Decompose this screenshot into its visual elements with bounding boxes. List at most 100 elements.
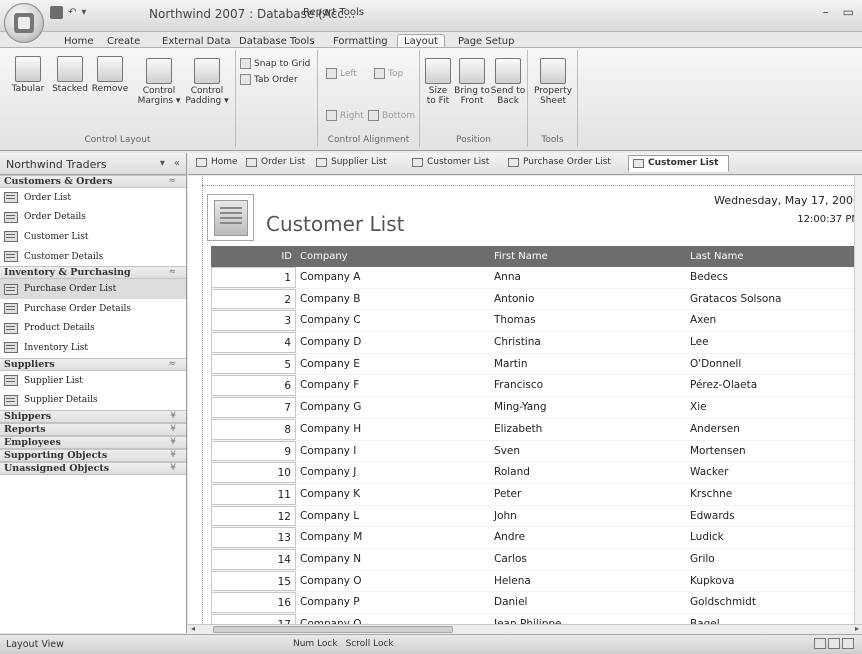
cell-last-name[interactable]: Grilo xyxy=(686,549,856,570)
cell-company[interactable]: Company J xyxy=(296,462,490,483)
cell-first-name[interactable]: Martin xyxy=(490,354,686,375)
tab-layout[interactable]: Layout xyxy=(397,34,445,48)
table-row[interactable]: 3 Company C Thomas Axen xyxy=(211,310,856,333)
minimize-button[interactable]: – xyxy=(823,5,829,19)
nav-item-order-list[interactable]: Order List xyxy=(0,188,186,208)
cell-id[interactable]: 5 xyxy=(211,353,296,375)
nav-pane-header[interactable]: Northwind Traders ▾ « xyxy=(0,153,186,175)
horizontal-scrollbar[interactable]: ◂ ▸ xyxy=(188,624,862,634)
cell-id[interactable]: 16 xyxy=(211,592,296,613)
nav-item-customer-details[interactable]: Customer Details xyxy=(0,247,186,267)
align-left-button[interactable]: Left xyxy=(326,68,357,79)
cell-last-name[interactable]: Krschne xyxy=(686,484,856,505)
cell-id[interactable]: 11 xyxy=(211,483,296,505)
column-header-first-name[interactable]: First Name xyxy=(490,246,686,267)
cell-last-name[interactable]: Bedecs xyxy=(686,267,856,288)
cell-last-name[interactable]: Axen xyxy=(686,310,856,331)
report-view-icon[interactable] xyxy=(814,638,826,649)
table-row[interactable]: 4 Company D Christina Lee xyxy=(211,332,856,354)
cell-company[interactable]: Company C xyxy=(296,310,490,331)
cell-id[interactable]: 1 xyxy=(211,267,296,288)
cell-last-name[interactable]: Kupkova xyxy=(686,571,856,592)
cell-last-name[interactable]: Wacker xyxy=(686,462,856,483)
cell-company[interactable]: Company B xyxy=(296,289,490,310)
cell-first-name[interactable]: Sven xyxy=(490,441,686,462)
cell-company[interactable]: Company K xyxy=(296,484,490,505)
doc-tab-supplier-list[interactable]: Supplier List xyxy=(316,157,387,167)
cell-id[interactable]: 7 xyxy=(211,397,296,418)
table-row[interactable]: 11 Company K Peter Krschne xyxy=(211,483,856,506)
cell-company[interactable]: Company L xyxy=(296,506,490,527)
size-to-fit-button[interactable]: Size to Fit xyxy=(424,58,452,106)
cell-last-name[interactable]: Andersen xyxy=(686,419,856,440)
cell-last-name[interactable]: Goldschmidt xyxy=(686,592,856,613)
cell-first-name[interactable]: Ming-Yang xyxy=(490,397,686,418)
table-row[interactable]: 12 Company L John Edwards xyxy=(211,505,856,528)
property-sheet-button[interactable]: Property Sheet xyxy=(532,58,574,106)
nav-group-suppliers[interactable]: Suppliers ≈ xyxy=(0,357,186,371)
maximize-button[interactable]: ▭ xyxy=(843,5,854,19)
customize-qat-icon[interactable]: ▾ xyxy=(81,7,86,18)
cell-id[interactable]: 14 xyxy=(211,548,296,570)
cell-company[interactable]: Company I xyxy=(296,441,490,462)
cell-id[interactable]: 10 xyxy=(211,462,296,483)
nav-item-customer-list[interactable]: Customer List xyxy=(0,227,186,247)
cell-first-name[interactable]: Andre xyxy=(490,527,686,548)
scroll-thumb[interactable] xyxy=(213,626,453,633)
cell-last-name[interactable]: Ludick xyxy=(686,527,856,548)
table-row[interactable]: 6 Company F Francisco Pérez-Olaeta xyxy=(211,375,856,398)
table-row[interactable]: 5 Company E Martin O'Donnell xyxy=(211,353,856,376)
cell-first-name[interactable]: Christina xyxy=(490,332,686,353)
scroll-right-icon[interactable]: ▸ xyxy=(855,624,859,633)
cell-first-name[interactable]: Elizabeth xyxy=(490,419,686,440)
cell-company[interactable]: Company M xyxy=(296,527,490,548)
tabular-button[interactable]: Tabular xyxy=(8,56,48,94)
table-row[interactable]: 10 Company J Roland Wacker xyxy=(211,462,856,484)
layout-view-icon[interactable] xyxy=(842,638,854,649)
cell-company[interactable]: Company H xyxy=(296,419,490,440)
cell-last-name[interactable]: O'Donnell xyxy=(686,354,856,375)
nav-item-supplier-list[interactable]: Supplier List xyxy=(0,371,186,391)
undo-icon[interactable]: ↶ xyxy=(68,7,76,18)
nav-item-order-details[interactable]: Order Details xyxy=(0,208,186,228)
table-row[interactable]: 7 Company G Ming-Yang Xie xyxy=(211,397,856,419)
cell-company[interactable]: Company F xyxy=(296,375,490,396)
save-icon[interactable] xyxy=(50,6,63,19)
tab-page-setup[interactable]: Page Setup xyxy=(458,36,515,47)
tab-create[interactable]: Create xyxy=(107,36,140,47)
cell-id[interactable]: 2 xyxy=(211,288,296,310)
align-bottom-button[interactable]: Bottom xyxy=(368,110,415,121)
cell-last-name[interactable]: Pérez-Olaeta xyxy=(686,375,856,396)
align-top-button[interactable]: Top xyxy=(374,68,403,79)
cell-first-name[interactable]: Thomas xyxy=(490,310,686,331)
nav-group-inventory-purchasing[interactable]: Inventory & Purchasing ≈ xyxy=(0,266,186,280)
cell-first-name[interactable]: Antonio xyxy=(490,289,686,310)
tab-home[interactable]: Home xyxy=(64,36,94,47)
doc-tab-home[interactable]: Home xyxy=(196,157,238,167)
nav-group-employees[interactable]: Employees ¥ xyxy=(0,435,186,449)
cell-first-name[interactable]: Helena xyxy=(490,571,686,592)
cell-company[interactable]: Company E xyxy=(296,354,490,375)
scroll-left-icon[interactable]: ◂ xyxy=(191,624,195,633)
nav-item-purchase-order-details[interactable]: Purchase Order Details xyxy=(0,299,186,319)
cell-id[interactable]: 8 xyxy=(211,418,296,440)
control-padding-button[interactable]: Control Padding ▾ xyxy=(184,58,230,106)
cell-first-name[interactable]: Francisco xyxy=(490,375,686,396)
cell-first-name[interactable]: Anna xyxy=(490,267,686,288)
cell-first-name[interactable]: Peter xyxy=(490,484,686,505)
cell-id[interactable]: 6 xyxy=(211,375,296,397)
table-row[interactable]: 8 Company H Elizabeth Andersen xyxy=(211,418,856,441)
print-preview-icon[interactable] xyxy=(828,638,840,649)
cell-last-name[interactable]: Xie xyxy=(686,397,856,418)
remove-button[interactable]: Remove xyxy=(90,56,130,94)
table-row[interactable]: 1 Company A Anna Bedecs xyxy=(211,267,856,289)
cell-id[interactable]: 9 xyxy=(211,440,296,462)
nav-menu-dropdown-icon[interactable]: ▾ xyxy=(160,158,165,169)
cell-id[interactable]: 15 xyxy=(211,570,296,592)
report-date[interactable]: Wednesday, May 17, 2006 xyxy=(714,194,860,207)
stacked-button[interactable]: Stacked xyxy=(50,56,90,94)
nav-group-reports[interactable]: Reports ¥ xyxy=(0,422,186,436)
cell-first-name[interactable]: Carlos xyxy=(490,549,686,570)
cell-company[interactable]: Company O xyxy=(296,571,490,592)
tab-external-data[interactable]: External Data xyxy=(162,36,231,47)
